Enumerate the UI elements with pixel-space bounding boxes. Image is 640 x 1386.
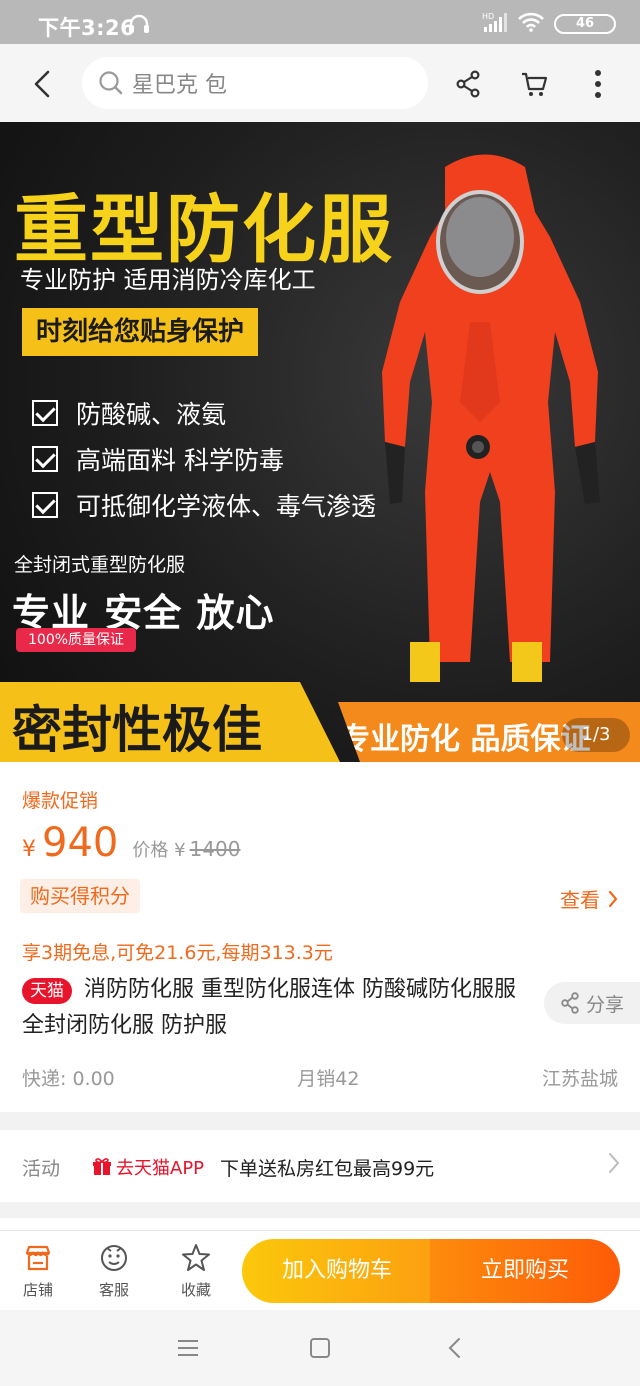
- search-placeholder: 星巴克 包: [132, 73, 227, 98]
- star-icon: [182, 1244, 210, 1271]
- wifi-icon: [518, 12, 544, 36]
- home-square-icon: [310, 1338, 330, 1358]
- view-points-link[interactable]: 查看: [560, 884, 618, 913]
- chevron-right-icon: [609, 1153, 620, 1173]
- product-meta-row: 快递: 0.00 月销42 江苏盐城: [22, 1064, 618, 1091]
- add-to-cart-button[interactable]: 加入购物车: [242, 1239, 432, 1303]
- monthly-sales: 月销42: [297, 1068, 360, 1090]
- cart-icon: [522, 72, 548, 96]
- current-price: 940: [42, 820, 119, 866]
- ship-location: 江苏盐城: [541, 1068, 618, 1090]
- chevron-right-icon: [608, 890, 618, 907]
- share-product-button[interactable]: 分享: [544, 982, 640, 1024]
- customer-service-label: 客服: [98, 1281, 129, 1299]
- product-title: 消防防化服 重型防化服连体 防酸碱防化服服 全封闭防化服 防护服: [22, 977, 516, 1038]
- favorite-label: 收藏: [180, 1281, 211, 1299]
- search-icon: [99, 71, 123, 95]
- original-price-label: 价格 ¥: [132, 840, 186, 861]
- activity-description: 下单送私房红包最高99元: [220, 1158, 435, 1180]
- app-tag-text: 去天猫APP: [116, 1158, 205, 1179]
- back-arrow-icon: [448, 1338, 460, 1358]
- store-icon: [25, 1245, 51, 1271]
- customer-service-icon: [101, 1245, 127, 1271]
- gift-icon: [93, 1158, 111, 1175]
- promo-label: 爆款促销: [22, 790, 99, 812]
- price-row: ¥ 940 价格 ¥ 1400: [22, 820, 240, 866]
- system-navigation-bar: [0, 1310, 640, 1386]
- product-info-card: 爆款促销 ¥ 940 价格 ¥ 1400 购买得积分 查看 享3期免息,可免21…: [0, 762, 640, 1112]
- quality-badge: 100%质量保证: [16, 628, 137, 652]
- feature-item: 防酸碱、液氨: [32, 390, 376, 436]
- product-image-carousel[interactable]: 重型防化服 专业防护 适用消防冷库化工 时刻给您贴身保护 防酸碱、液氨 高端面料…: [0, 122, 640, 762]
- svg-text:HD: HD: [482, 12, 494, 21]
- feature-text: 可抵御化学液体、毒气渗透: [76, 492, 377, 521]
- menu-icon: [178, 1340, 198, 1356]
- more-icon: [595, 70, 601, 98]
- share-label: 分享: [585, 993, 624, 1016]
- share-icon: [456, 70, 480, 98]
- buy-now-button[interactable]: 立即购买: [430, 1239, 620, 1303]
- customer-service-button[interactable]: 客服: [84, 1241, 144, 1300]
- original-price: 1400: [189, 837, 241, 861]
- store-button[interactable]: 店铺: [8, 1241, 68, 1300]
- status-bar: 下午3:26 HD 46: [0, 0, 640, 44]
- search-input[interactable]: 星巴克 包: [82, 57, 428, 109]
- feature-text: 高端面料 科学防毒: [76, 446, 284, 475]
- signal-icon: HD: [482, 11, 508, 37]
- back-button[interactable]: [24, 64, 60, 104]
- currency-symbol: ¥: [22, 837, 36, 862]
- banner-bottom-left: 密封性极佳: [0, 682, 340, 762]
- tmall-app-tag: 去天猫APP: [92, 1154, 204, 1180]
- feature-text: 防酸碱、液氨: [76, 400, 227, 429]
- share-button[interactable]: [448, 64, 488, 104]
- menu-button[interactable]: [168, 1334, 208, 1362]
- activity-label: 活动: [22, 1158, 61, 1180]
- system-back-button[interactable]: [434, 1334, 474, 1362]
- checkbox-icon: [32, 446, 58, 472]
- banner-subtitle: 专业防护 适用消防冷库化工: [20, 266, 316, 294]
- banner-seal-line: 全封闭式重型防化服: [14, 554, 186, 576]
- carousel-page-indicator: 1/3: [562, 718, 630, 752]
- banner-bottom-left-text: 密封性极佳: [12, 701, 262, 759]
- back-arrow-icon: [34, 70, 50, 98]
- home-button[interactable]: [300, 1334, 340, 1362]
- shipping-fee: 快递: 0.00: [22, 1068, 115, 1090]
- cart-button[interactable]: [514, 64, 554, 104]
- checkbox-icon: [32, 400, 58, 426]
- points-badge: 购买得积分: [20, 879, 140, 913]
- feature-item: 可抵御化学液体、毒气渗透: [32, 482, 376, 528]
- bottom-action-bar: 店铺 客服 收藏 加入购物车 立即购买: [0, 1230, 640, 1310]
- top-navigation: 星巴克 包: [0, 44, 640, 122]
- battery-indicator: 46: [554, 14, 616, 34]
- feature-list: 防酸碱、液氨 高端面料 科学防毒 可抵御化学液体、毒气渗透: [32, 390, 376, 528]
- share-icon: [561, 992, 579, 1014]
- more-button[interactable]: [578, 64, 618, 104]
- checkbox-icon: [32, 492, 58, 518]
- activity-row[interactable]: 活动 去天猫APP 下单送私房红包最高99元: [0, 1130, 640, 1202]
- view-link-label: 查看: [560, 888, 600, 912]
- feature-item: 高端面料 科学防毒: [32, 436, 376, 482]
- installment-info: 享3期免息,可免21.6元,每期313.3元: [22, 942, 333, 964]
- status-time: 下午3:26: [38, 16, 136, 40]
- banner-tagline: 时刻给您贴身保护: [22, 308, 259, 356]
- banner-bottom-right-text: 专业防化 品质保证: [340, 722, 591, 757]
- headset-icon: [128, 14, 150, 38]
- store-label: 店铺: [22, 1281, 53, 1299]
- tmall-badge: 天猫: [22, 978, 72, 1004]
- favorite-button[interactable]: 收藏: [166, 1241, 226, 1300]
